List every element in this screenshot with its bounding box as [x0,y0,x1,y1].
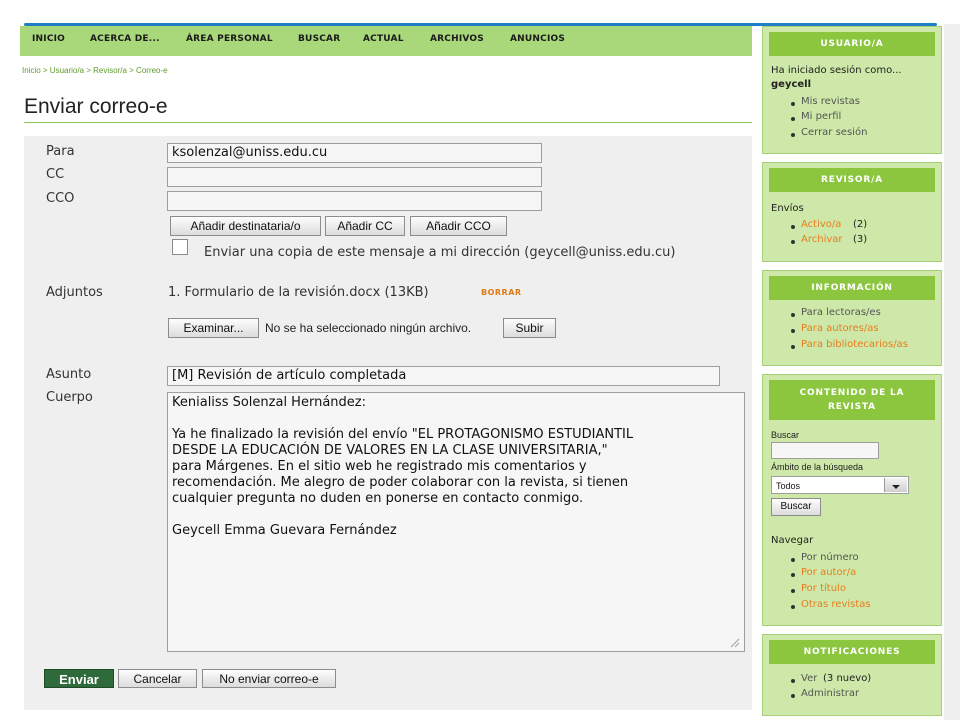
bullet-icon [791,589,795,593]
sidebar-information-block: INFORMACIÓN Para lectoras/es Para autore… [762,270,942,366]
bullet-icon [791,694,795,698]
sidebar-link-my-journals[interactable]: Mis revistas [801,96,860,107]
sidebar-search-button[interactable]: Buscar [771,498,821,516]
sidebar-reviewer-block: REVISOR/A Envíos Activo/a (2) Archivar (… [762,162,942,262]
nav-anuncios[interactable]: ANUNCIOS [510,34,565,44]
nav-archivos[interactable]: ARCHIVOS [430,34,484,44]
journal-content-title-line1: CONTENIDO DE LA [799,388,905,398]
breadcrumb[interactable]: Inicio > Usuario/a > Revisor/a > Correo-… [22,66,168,75]
cc-label: CC [46,167,65,182]
send-copy-checkbox[interactable] [172,239,188,255]
top-strip [0,0,960,24]
username: geycell [771,79,812,90]
body-textarea[interactable]: Kenialiss Solenzal Hernández: Ya he fina… [167,392,745,652]
sidebar-link-by-issue[interactable]: Por número [801,552,859,563]
subject-field[interactable]: [M] Revisión de artículo completada [167,366,720,386]
sidebar-link-archive[interactable]: Archivar [801,234,843,245]
attachment-delete-link[interactable]: BORRAR [481,288,522,297]
nav-buscar[interactable]: BUSCAR [298,34,340,44]
scope-select-value: Todos [776,481,801,491]
add-recipient-button[interactable]: Añadir destinataria/o [170,216,321,236]
search-label: Buscar [771,430,800,440]
add-bcc-button[interactable]: Añadir CCO [410,216,507,236]
send-button[interactable]: Enviar [44,669,114,688]
sidebar-journal-content-block: CONTENIDO DE LA REVISTA Buscar Ámbito de… [762,374,942,626]
sidebar-link-by-title[interactable]: Por título [801,583,846,594]
journal-content-title-line2: REVISTA [828,402,876,412]
bullet-icon [791,240,795,244]
scope-label: Ámbito de la búsqueda [771,462,864,472]
bullet-icon [791,225,795,229]
title-divider [24,122,752,123]
attachment-file: 1. Formulario de la revisión.docx (13KB) [168,285,429,300]
sidebar-link-authors[interactable]: Para autores/as [801,323,879,334]
main-nav: INICIO ACERCA DE... ÁREA PERSONAL BUSCAR… [20,26,752,56]
active-count: (2) [853,219,868,230]
sidebar-link-manage-notifications[interactable]: Administrar [801,688,859,699]
page-title: Enviar correo-e [24,95,168,118]
sidebar-link-my-profile[interactable]: Mi perfil [801,111,841,122]
sidebar-link-by-author[interactable]: Por autor/a [801,567,856,578]
sidebar-reviewer-title: REVISOR/A [769,168,935,192]
bullet-icon [791,679,795,683]
sidebar-notifications-block: NOTIFICACIONES Ver (3 nuevo) Administrar [762,634,942,716]
bullet-icon [791,605,795,609]
dont-send-button[interactable]: No enviar correo-e [202,669,336,688]
bullet-icon [791,117,795,121]
sidebar-information-title: INFORMACIÓN [769,276,935,300]
add-cc-button[interactable]: Añadir CC [325,216,405,236]
subject-label: Asunto [46,367,92,382]
scope-select[interactable]: Todos [771,476,909,494]
left-gutter [0,24,18,720]
chevron-down-icon [884,478,907,492]
logged-in-as-text: Ha iniciado sesión como... [771,65,902,76]
sidebar-link-active[interactable]: Activo/a [801,219,841,230]
to-label: Para [46,144,75,159]
bullet-icon [791,313,795,317]
bullet-icon [791,573,795,577]
nav-inicio[interactable]: INICIO [32,34,65,44]
body-label: Cuerpo [46,390,93,405]
sidebar-link-readers[interactable]: Para lectoras/es [801,307,881,318]
right-gutter [944,24,960,720]
nav-area-personal[interactable]: ÁREA PERSONAL [186,34,273,44]
upload-button[interactable]: Subir [503,318,556,338]
resize-grip-icon[interactable] [728,636,740,648]
cancel-button[interactable]: Cancelar [118,669,197,688]
nav-acerca-de[interactable]: ACERCA DE... [90,34,160,44]
to-field[interactable]: ksolenzal@uniss.edu.cu [167,143,542,163]
sidebar-user-block: USUARIO/A Ha iniciado sesión como... gey… [762,26,942,154]
bullet-icon [791,133,795,137]
sidebar-link-view-notifications[interactable]: Ver [801,673,817,684]
sidebar-user-title: USUARIO/A [769,32,935,56]
sidebar-link-librarians[interactable]: Para bibliotecarios/as [801,339,908,350]
sidebar-link-other-journals[interactable]: Otras revistas [801,599,871,610]
archive-count: (3) [853,234,868,245]
attachments-label: Adjuntos [46,285,103,300]
bcc-field[interactable] [167,191,542,211]
nav-actual[interactable]: ACTUAL [363,34,404,44]
sidebar-journal-content-title: CONTENIDO DE LA REVISTA [769,380,935,420]
send-copy-label: Enviar una copia de este mensaje a mi di… [204,245,676,260]
bullet-icon [791,558,795,562]
bullet-icon [791,329,795,333]
search-input[interactable] [771,442,879,459]
bullet-icon [791,102,795,106]
notifications-count: (3 nuevo) [823,673,872,684]
submissions-label: Envíos [771,203,804,214]
browse-label: Navegar [771,535,814,546]
no-file-text: No se ha seleccionado ningún archivo. [265,321,472,335]
sidebar-notifications-title: NOTIFICACIONES [769,640,935,664]
cc-field[interactable] [167,167,542,187]
bcc-label: CCO [46,191,75,206]
browse-button[interactable]: Examinar... [168,318,259,338]
sidebar-link-logout[interactable]: Cerrar sesión [801,127,867,138]
bullet-icon [791,345,795,349]
